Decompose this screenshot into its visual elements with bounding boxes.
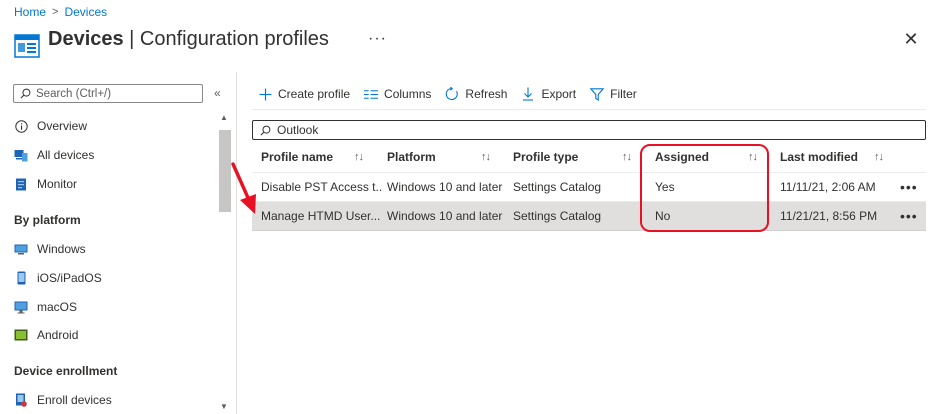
more-options-icon[interactable]: ··· xyxy=(368,30,387,48)
sort-icon[interactable]: ↑↓ xyxy=(354,146,364,168)
export-button[interactable]: Export xyxy=(521,87,576,101)
sidebar-item-android[interactable]: Android xyxy=(14,325,78,345)
page-title: Devices | Configuration profiles xyxy=(48,28,329,51)
column-header-platform[interactable]: Platform xyxy=(387,146,436,168)
collapse-sidebar-icon[interactable]: « xyxy=(214,86,221,100)
monitor-icon xyxy=(14,177,28,191)
profile-search-box[interactable] xyxy=(252,120,926,140)
breadcrumb-home-link[interactable]: Home xyxy=(14,5,46,19)
column-header-profile-name[interactable]: Profile name xyxy=(261,146,333,168)
red-arrow-annotation xyxy=(231,162,256,214)
android-icon xyxy=(14,328,28,342)
pane-divider xyxy=(236,72,237,414)
refresh-button[interactable]: Refresh xyxy=(445,87,507,101)
close-button[interactable]: ✕ xyxy=(902,30,920,48)
download-icon xyxy=(521,87,535,101)
platform-cell: Windows 10 and later xyxy=(387,180,503,194)
sidebar-item-label: Monitor xyxy=(37,177,78,191)
row-more-icon[interactable]: ••• xyxy=(900,173,922,201)
enroll-icon xyxy=(14,393,28,407)
table-row[interactable]: Disable PST Access t... Windows 10 and l… xyxy=(252,173,926,202)
column-header-label: Profile name xyxy=(261,150,334,164)
profile-name-link[interactable]: Disable PST Access t... xyxy=(261,173,383,201)
search-icon xyxy=(258,123,272,137)
columns-icon xyxy=(364,87,379,101)
sort-icon[interactable]: ↑↓ xyxy=(622,146,632,168)
column-header-profile-type[interactable]: Profile type xyxy=(513,146,578,168)
sidebar-item-label: Enroll devices xyxy=(37,393,112,407)
column-header-last-modified[interactable]: Last modified xyxy=(780,146,858,168)
command-bar: Create profile Columns Refresh Export Fi… xyxy=(258,84,637,104)
row-more-icon[interactable]: ••• xyxy=(900,202,922,230)
macos-icon xyxy=(14,300,28,314)
sidebar-search-input[interactable] xyxy=(36,87,196,100)
sidebar-item-label: Windows xyxy=(37,242,86,256)
section-heading-by-platform: By platform xyxy=(14,213,81,227)
profile-name-link[interactable]: Manage HTMD User... xyxy=(261,202,383,230)
sidebar-item-enroll-devices[interactable]: Enroll devices xyxy=(14,390,112,410)
sidebar-item-label: All devices xyxy=(37,148,95,162)
profile-search-input[interactable] xyxy=(277,123,897,137)
sidebar-item-all-devices[interactable]: All devices xyxy=(14,145,94,165)
sidebar-item-overview[interactable]: Overview xyxy=(14,116,87,136)
profile-type-cell: Settings Catalog xyxy=(513,180,602,194)
column-header-label: Last modified xyxy=(780,150,859,164)
columns-label: Columns xyxy=(384,87,432,101)
ios-icon xyxy=(14,271,28,285)
configuration-profiles-icon xyxy=(14,34,40,58)
plus-icon xyxy=(258,87,272,101)
refresh-label: Refresh xyxy=(465,87,508,101)
sidebar-item-label: macOS xyxy=(37,300,78,314)
sort-icon[interactable]: ↑↓ xyxy=(481,146,491,168)
columns-button[interactable]: Columns xyxy=(364,87,431,101)
toolbar-divider xyxy=(252,109,926,110)
sort-icon[interactable]: ↑↓ xyxy=(874,146,884,168)
filter-button[interactable]: Filter xyxy=(590,87,637,101)
scroll-down-icon[interactable]: ▼ xyxy=(220,402,228,411)
sidebar-item-label: Overview xyxy=(37,119,88,133)
filter-label: Filter xyxy=(610,87,637,101)
page-title-bold: Devices xyxy=(48,28,124,50)
sidebar-item-label: Android xyxy=(37,328,79,342)
profile-type-cell: Settings Catalog xyxy=(513,209,602,223)
sidebar-item-monitor[interactable]: Monitor xyxy=(14,174,77,194)
create-profile-button[interactable]: Create profile xyxy=(258,87,350,101)
chevron-right-icon: > xyxy=(52,6,59,18)
column-header-label: Profile type xyxy=(513,150,579,164)
filter-icon xyxy=(590,87,605,101)
sidebar-search[interactable] xyxy=(13,84,203,103)
breadcrumb: Home > Devices xyxy=(14,4,107,20)
breadcrumb-devices-link[interactable]: Devices xyxy=(64,5,107,19)
scroll-up-icon[interactable]: ▲ xyxy=(220,113,228,122)
sidebar-item-ios[interactable]: iOS/iPadOS xyxy=(14,268,102,288)
devices-icon xyxy=(14,148,28,162)
sidebar-item-label: iOS/iPadOS xyxy=(37,271,102,285)
last-modified-cell: 11/11/21, 2:06 AM xyxy=(780,180,876,194)
assigned-column-highlight xyxy=(640,144,769,232)
sidebar-item-windows[interactable]: Windows xyxy=(14,239,86,259)
last-modified-cell: 11/21/21, 8:56 PM xyxy=(780,209,878,223)
create-profile-label: Create profile xyxy=(278,87,351,101)
page-title-rest: | Configuration profiles xyxy=(123,28,329,50)
section-heading-device-enrollment: Device enrollment xyxy=(14,364,118,378)
column-header-label: Platform xyxy=(387,150,436,164)
refresh-icon xyxy=(445,87,459,101)
windows-icon xyxy=(14,242,28,256)
search-icon xyxy=(18,87,32,101)
export-label: Export xyxy=(541,87,577,101)
sidebar-item-macos[interactable]: macOS xyxy=(14,297,77,317)
platform-cell: Windows 10 and later xyxy=(387,209,503,223)
info-icon xyxy=(14,119,28,133)
table-row-selected[interactable]: Manage HTMD User... Windows 10 and later… xyxy=(252,202,926,231)
